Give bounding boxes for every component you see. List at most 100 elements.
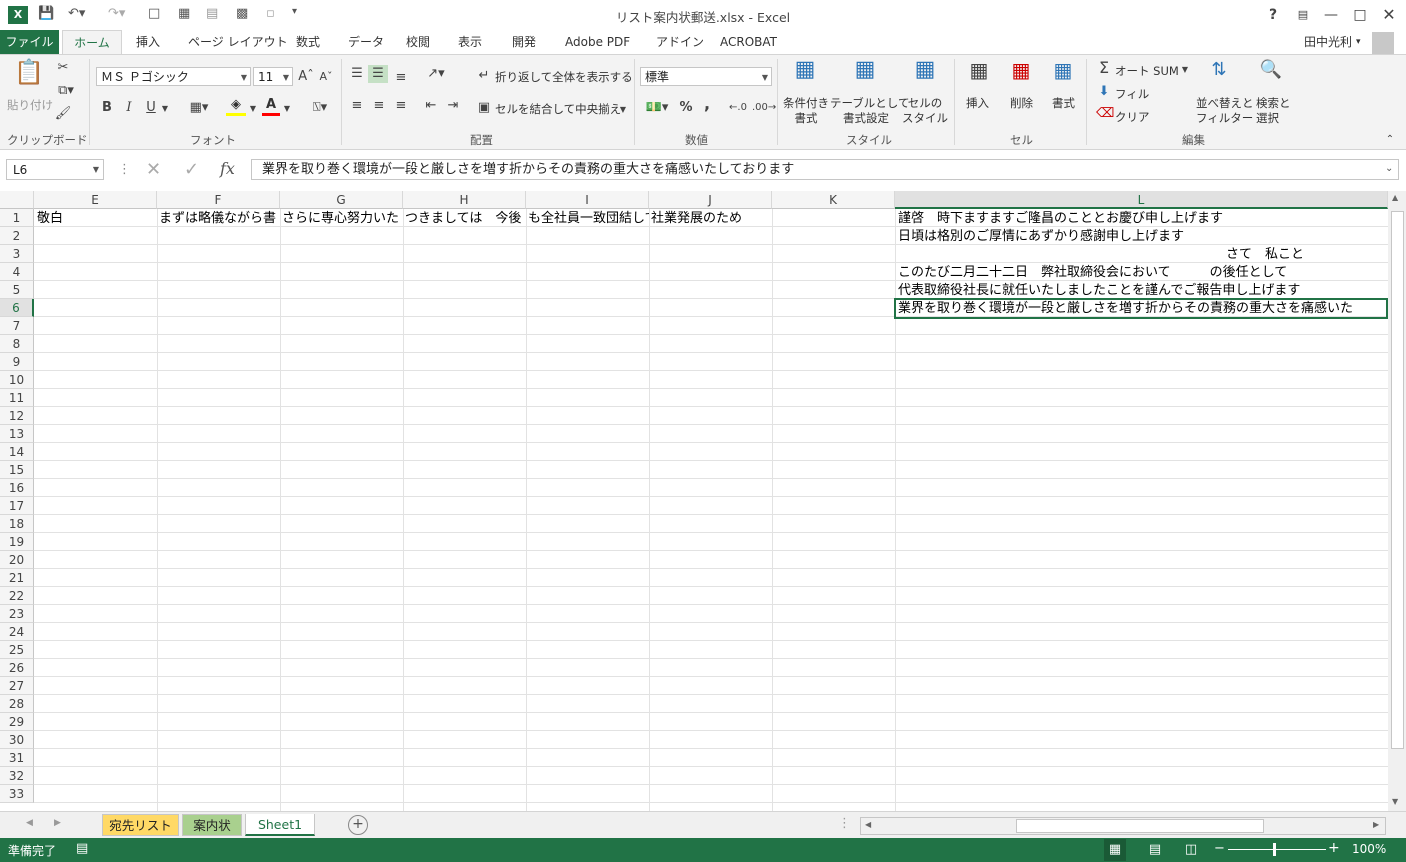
phonetic-guide-icon[interactable]: ⍂▾ (306, 99, 334, 117)
cancel-icon[interactable]: ✕ (146, 159, 161, 180)
scroll-down-icon[interactable]: ▼ (1392, 797, 1398, 806)
row-header[interactable]: 15 (0, 461, 34, 479)
tab-insert[interactable]: 挿入 (136, 30, 160, 54)
clear-button[interactable]: クリア (1115, 109, 1150, 125)
row-header[interactable]: 25 (0, 641, 34, 659)
row-header[interactable]: 30 (0, 731, 34, 749)
row-header[interactable]: 16 (0, 479, 34, 497)
row-header[interactable]: 2 (0, 227, 34, 245)
row-header[interactable]: 14 (0, 443, 34, 461)
row-header[interactable]: 22 (0, 587, 34, 605)
paste-button[interactable]: 貼り付け (7, 97, 53, 113)
cell-f1[interactable]: まずは略儀ながら書 (159, 210, 280, 228)
sheet-tab-invitation[interactable]: 案内状 (182, 814, 242, 836)
align-left-icon[interactable]: ≡ (348, 97, 366, 115)
find-select-label-2[interactable]: 選択 (1256, 110, 1279, 126)
increase-decimal-icon[interactable]: ←.0 (728, 99, 748, 117)
row-header[interactable]: 24 (0, 623, 34, 641)
format-as-table-label-1[interactable]: テーブルとして (830, 95, 909, 111)
font-size-combo[interactable]: 11 ▼ (253, 67, 293, 86)
orientation-icon[interactable]: ↗▾ (422, 65, 450, 83)
zoom-in-icon[interactable]: + (1328, 840, 1340, 856)
cell-j1[interactable]: 社業発展のため (651, 210, 772, 228)
font-name-combo[interactable]: ＭＳ Ｐゴシック ▼ (96, 67, 251, 86)
page-layout-view-icon[interactable]: ▤ (1144, 839, 1166, 861)
row-header[interactable]: 26 (0, 659, 34, 677)
worksheet-grid[interactable]: E F G H I J K L 1 2 3 4 5 6 7 8 9 10 11 12 13 14 15 16 1… (0, 191, 1388, 811)
number-format-combo[interactable]: 標準 ▼ (640, 67, 772, 86)
cut-icon[interactable]: ✂ (54, 59, 72, 77)
row-header[interactable]: 12 (0, 407, 34, 425)
tab-review[interactable]: 校閲 (406, 30, 430, 54)
align-right-icon[interactable]: ≡ (392, 97, 410, 115)
page-break-view-icon[interactable]: ◫ (1180, 839, 1202, 861)
splitter-handle-icon[interactable]: ⋮ (838, 816, 851, 831)
row-header[interactable]: 32 (0, 767, 34, 785)
comma-style-button[interactable]: , (700, 95, 714, 113)
cell-g1[interactable]: さらに専心努力いた (282, 210, 403, 228)
active-cell-selection[interactable] (894, 298, 1388, 319)
align-center-icon[interactable]: ≡ (370, 97, 388, 115)
copy-icon[interactable]: ⧉▾ (54, 82, 78, 100)
tab-formulas[interactable]: 数式 (296, 30, 320, 54)
format-painter-icon[interactable]: 🖌 (54, 105, 72, 123)
vertical-scroll-thumb[interactable] (1391, 211, 1404, 749)
conditional-formatting-label-2[interactable]: 書式 (782, 110, 830, 126)
column-header-g[interactable]: G (280, 191, 403, 209)
row-header[interactable]: 28 (0, 695, 34, 713)
row-header[interactable]: 8 (0, 335, 34, 353)
tab-addins[interactable]: アドイン (656, 30, 704, 54)
sort-filter-label-1[interactable]: 並べ替えと (1196, 95, 1254, 111)
row-header[interactable]: 17 (0, 497, 34, 515)
tab-page-layout[interactable]: ページ レイアウト (188, 30, 288, 54)
format-cells-button[interactable]: 書式 (1052, 95, 1075, 111)
user-name[interactable]: 田中光利 (1304, 30, 1352, 54)
add-sheet-icon[interactable]: + (348, 815, 368, 835)
increase-indent-icon[interactable]: ⇥ (444, 97, 462, 115)
tab-home[interactable]: ホーム (62, 30, 122, 55)
row-header[interactable]: 23 (0, 605, 34, 623)
minimize-button[interactable]: — (1318, 4, 1344, 26)
scroll-left-icon[interactable]: ◀ (865, 820, 871, 829)
row-header[interactable]: 4 (0, 263, 34, 281)
collapse-ribbon-icon[interactable]: ⌃ (1384, 131, 1396, 149)
fill-color-icon[interactable]: ◈ (226, 97, 246, 116)
macro-record-icon[interactable]: ▤ (76, 841, 88, 856)
prev-sheet-icon[interactable]: ◀ (26, 818, 33, 828)
cell-h1[interactable]: つきましては 今後 (405, 210, 526, 228)
underline-button[interactable]: U (144, 99, 158, 117)
row-header[interactable]: 11 (0, 389, 34, 407)
borders-icon[interactable]: ▦▾ (184, 99, 214, 117)
find-select-label-1[interactable]: 検索と (1256, 95, 1291, 111)
tab-adobe-pdf[interactable]: Adobe PDF (565, 30, 630, 54)
chevron-down-icon[interactable]: ▼ (618, 101, 628, 119)
column-header-k[interactable]: K (772, 191, 895, 209)
row-header[interactable]: 20 (0, 551, 34, 569)
cell-l4[interactable]: このたび二月二十二日 弊社取締役会において の後任として (898, 264, 1386, 282)
insert-cells-button[interactable]: 挿入 (966, 95, 989, 111)
column-header-f[interactable]: F (157, 191, 280, 209)
fill-button[interactable]: フィル (1115, 86, 1149, 102)
avatar[interactable] (1372, 32, 1394, 54)
row-header[interactable]: 3 (0, 245, 34, 263)
tab-data[interactable]: データ (348, 30, 384, 54)
ribbon-display-options-icon[interactable]: ▤ (1290, 4, 1316, 26)
vertical-scrollbar[interactable]: ▲ ▼ (1388, 191, 1406, 811)
row-header[interactable]: 9 (0, 353, 34, 371)
row-header[interactable]: 18 (0, 515, 34, 533)
zoom-slider-track[interactable] (1228, 849, 1326, 850)
accounting-format-icon[interactable]: 💵▾ (642, 99, 672, 117)
insert-function-icon[interactable]: fx (220, 159, 235, 178)
sheet-tab-sheet1[interactable]: Sheet1 (245, 814, 315, 836)
next-sheet-icon[interactable]: ▶ (54, 818, 61, 828)
column-header-l[interactable]: L (895, 191, 1388, 209)
align-top-icon[interactable]: ☰ (348, 65, 366, 83)
conditional-formatting-label-1[interactable]: 条件付き (782, 95, 830, 111)
column-header-j[interactable]: J (649, 191, 772, 209)
tab-file[interactable]: ファイル (0, 30, 59, 54)
row-header[interactable]: 31 (0, 749, 34, 767)
row-header[interactable]: 27 (0, 677, 34, 695)
cell-l3[interactable]: さて 私こと (1226, 246, 1386, 264)
merge-center-button[interactable]: セルを結合して中央揃え (495, 101, 621, 117)
autosum-button[interactable]: オート SUM (1115, 63, 1179, 79)
